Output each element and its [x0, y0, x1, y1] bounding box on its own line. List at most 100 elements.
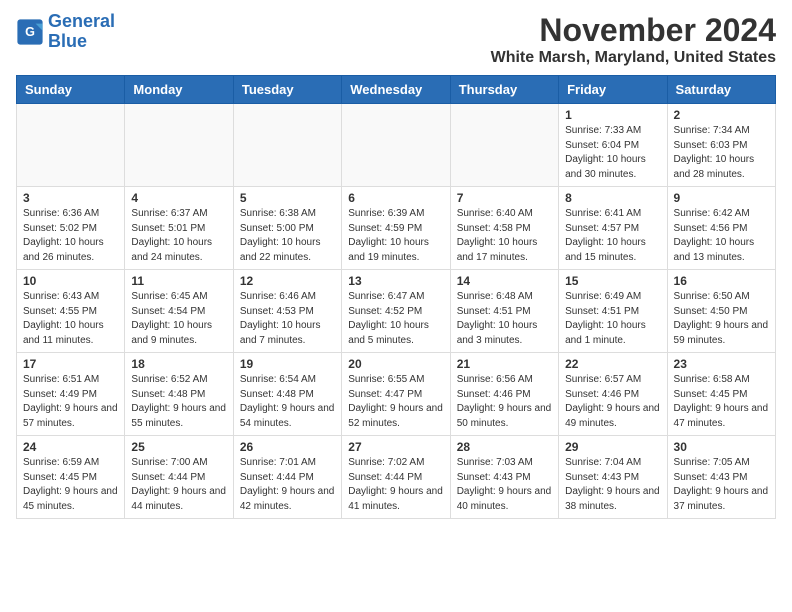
calendar-cell: 5 Sunrise: 6:38 AM Sunset: 5:00 PM Daylig…	[233, 187, 341, 270]
day-info: Sunrise: 6:40 AM Sunset: 4:58 PM Dayligh…	[457, 207, 552, 265]
calendar-cell: 24Sunrise: 6:59 AM Sunset: 4:45 PM Dayli…	[17, 436, 125, 519]
day-number: 30	[674, 440, 769, 454]
header: G General Blue November 2024 White Marsh…	[0, 0, 792, 75]
logo-icon: G	[16, 18, 44, 46]
calendar-wrapper: Sunday Monday Tuesday Wednesday Thursday…	[0, 75, 792, 527]
calendar-week-5: 24Sunrise: 6:59 AM Sunset: 4:45 PM Dayli…	[17, 436, 776, 519]
day-info: Sunrise: 6:41 AM Sunset: 4:57 PM Dayligh…	[565, 207, 660, 265]
day-info: Sunrise: 6:38 AM Sunset: 5:00 PM Dayligh…	[240, 207, 335, 265]
day-number: 6	[348, 191, 443, 205]
calendar-cell	[17, 104, 125, 187]
day-info: Sunrise: 7:02 AM Sunset: 4:44 PM Dayligh…	[348, 456, 443, 514]
col-friday: Friday	[559, 76, 667, 104]
day-number: 25	[131, 440, 226, 454]
calendar-cell: 7 Sunrise: 6:40 AM Sunset: 4:58 PM Daylig…	[450, 187, 558, 270]
calendar-week-3: 10Sunrise: 6:43 AM Sunset: 4:55 PM Dayli…	[17, 270, 776, 353]
day-info: Sunrise: 6:46 AM Sunset: 4:53 PM Dayligh…	[240, 290, 335, 348]
calendar-week-4: 17 Sunrise: 6:51 AM Sunset: 4:49 PM Dayli…	[17, 353, 776, 436]
day-number: 16	[674, 274, 769, 288]
col-sunday: Sunday	[17, 76, 125, 104]
day-info: Sunrise: 6:42 AM Sunset: 4:56 PM Dayligh…	[674, 207, 769, 265]
logo: G General Blue	[16, 12, 115, 52]
day-info: Sunrise: 6:50 AM Sunset: 4:50 PM Dayligh…	[674, 290, 769, 348]
title-area: November 2024 White Marsh, Maryland, Uni…	[491, 12, 776, 67]
calendar-cell: 26 Sunrise: 7:01 AM Sunset: 4:44 PM Dayli…	[233, 436, 341, 519]
calendar-cell: 18 Sunrise: 6:52 AM Sunset: 4:48 PM Dayli…	[125, 353, 233, 436]
location-title: White Marsh, Maryland, United States	[491, 49, 776, 67]
day-number: 29	[565, 440, 660, 454]
calendar-cell: 9 Sunrise: 6:42 AM Sunset: 4:56 PM Daylig…	[667, 187, 775, 270]
calendar-cell: 29Sunrise: 7:04 AM Sunset: 4:43 PM Dayli…	[559, 436, 667, 519]
calendar-cell: 10Sunrise: 6:43 AM Sunset: 4:55 PM Dayli…	[17, 270, 125, 353]
calendar-cell: 22 Sunrise: 6:57 AM Sunset: 4:46 PM Dayli…	[559, 353, 667, 436]
day-info: Sunrise: 6:51 AM Sunset: 4:49 PM Dayligh…	[23, 373, 118, 431]
day-number: 20	[348, 357, 443, 371]
logo-line1: General	[48, 11, 115, 31]
day-info: Sunrise: 6:58 AM Sunset: 4:45 PM Dayligh…	[674, 373, 769, 431]
calendar-cell: 6 Sunrise: 6:39 AM Sunset: 4:59 PM Daylig…	[342, 187, 450, 270]
day-number: 14	[457, 274, 552, 288]
day-number: 23	[674, 357, 769, 371]
day-number: 5	[240, 191, 335, 205]
day-number: 9	[674, 191, 769, 205]
day-number: 19	[240, 357, 335, 371]
day-number: 22	[565, 357, 660, 371]
day-number: 12	[240, 274, 335, 288]
day-number: 1	[565, 108, 660, 122]
calendar-cell: 25 Sunrise: 7:00 AM Sunset: 4:44 PM Dayli…	[125, 436, 233, 519]
day-number: 15	[565, 274, 660, 288]
calendar-cell: 27 Sunrise: 7:02 AM Sunset: 4:44 PM Dayli…	[342, 436, 450, 519]
day-info: Sunrise: 6:47 AM Sunset: 4:52 PM Dayligh…	[348, 290, 443, 348]
day-number: 2	[674, 108, 769, 122]
calendar-cell: 2 Sunrise: 7:34 AM Sunset: 6:03 PM Daylig…	[667, 104, 775, 187]
day-number: 27	[348, 440, 443, 454]
svg-text:G: G	[25, 25, 35, 39]
calendar-cell: 4Sunrise: 6:37 AM Sunset: 5:01 PM Daylig…	[125, 187, 233, 270]
calendar-cell: 1 Sunrise: 7:33 AM Sunset: 6:04 PM Daylig…	[559, 104, 667, 187]
calendar-cell: 8Sunrise: 6:41 AM Sunset: 4:57 PM Daylig…	[559, 187, 667, 270]
day-info: Sunrise: 6:37 AM Sunset: 5:01 PM Dayligh…	[131, 207, 226, 265]
day-info: Sunrise: 7:00 AM Sunset: 4:44 PM Dayligh…	[131, 456, 226, 514]
day-info: Sunrise: 6:49 AM Sunset: 4:51 PM Dayligh…	[565, 290, 660, 348]
day-number: 21	[457, 357, 552, 371]
calendar-cell: 11 Sunrise: 6:45 AM Sunset: 4:54 PM Dayli…	[125, 270, 233, 353]
day-info: Sunrise: 7:05 AM Sunset: 4:43 PM Dayligh…	[674, 456, 769, 514]
col-monday: Monday	[125, 76, 233, 104]
day-number: 13	[348, 274, 443, 288]
day-number: 7	[457, 191, 552, 205]
day-number: 18	[131, 357, 226, 371]
day-number: 10	[23, 274, 118, 288]
calendar-cell	[233, 104, 341, 187]
day-info: Sunrise: 7:34 AM Sunset: 6:03 PM Dayligh…	[674, 124, 769, 182]
day-info: Sunrise: 6:45 AM Sunset: 4:54 PM Dayligh…	[131, 290, 226, 348]
day-info: Sunrise: 6:54 AM Sunset: 4:48 PM Dayligh…	[240, 373, 335, 431]
day-info: Sunrise: 7:33 AM Sunset: 6:04 PM Dayligh…	[565, 124, 660, 182]
calendar-cell	[450, 104, 558, 187]
logo-text: General Blue	[48, 12, 115, 52]
calendar-cell: 17 Sunrise: 6:51 AM Sunset: 4:49 PM Dayli…	[17, 353, 125, 436]
day-number: 3	[23, 191, 118, 205]
calendar-cell: 30 Sunrise: 7:05 AM Sunset: 4:43 PM Dayli…	[667, 436, 775, 519]
col-thursday: Thursday	[450, 76, 558, 104]
calendar-cell: 19 Sunrise: 6:54 AM Sunset: 4:48 PM Dayli…	[233, 353, 341, 436]
calendar-cell: 23 Sunrise: 6:58 AM Sunset: 4:45 PM Dayli…	[667, 353, 775, 436]
day-info: Sunrise: 6:55 AM Sunset: 4:47 PM Dayligh…	[348, 373, 443, 431]
day-info: Sunrise: 7:01 AM Sunset: 4:44 PM Dayligh…	[240, 456, 335, 514]
day-info: Sunrise: 6:39 AM Sunset: 4:59 PM Dayligh…	[348, 207, 443, 265]
day-info: Sunrise: 6:56 AM Sunset: 4:46 PM Dayligh…	[457, 373, 552, 431]
day-info: Sunrise: 6:52 AM Sunset: 4:48 PM Dayligh…	[131, 373, 226, 431]
calendar-cell: 21 Sunrise: 6:56 AM Sunset: 4:46 PM Dayli…	[450, 353, 558, 436]
calendar-cell: 3Sunrise: 6:36 AM Sunset: 5:02 PM Daylig…	[17, 187, 125, 270]
calendar-cell	[342, 104, 450, 187]
col-wednesday: Wednesday	[342, 76, 450, 104]
col-tuesday: Tuesday	[233, 76, 341, 104]
day-info: Sunrise: 6:59 AM Sunset: 4:45 PM Dayligh…	[23, 456, 118, 514]
day-number: 17	[23, 357, 118, 371]
day-number: 28	[457, 440, 552, 454]
day-info: Sunrise: 6:57 AM Sunset: 4:46 PM Dayligh…	[565, 373, 660, 431]
calendar-cell: 12 Sunrise: 6:46 AM Sunset: 4:53 PM Dayli…	[233, 270, 341, 353]
day-number: 11	[131, 274, 226, 288]
day-number: 26	[240, 440, 335, 454]
header-row: Sunday Monday Tuesday Wednesday Thursday…	[17, 76, 776, 104]
calendar-cell: 15 Sunrise: 6:49 AM Sunset: 4:51 PM Dayli…	[559, 270, 667, 353]
